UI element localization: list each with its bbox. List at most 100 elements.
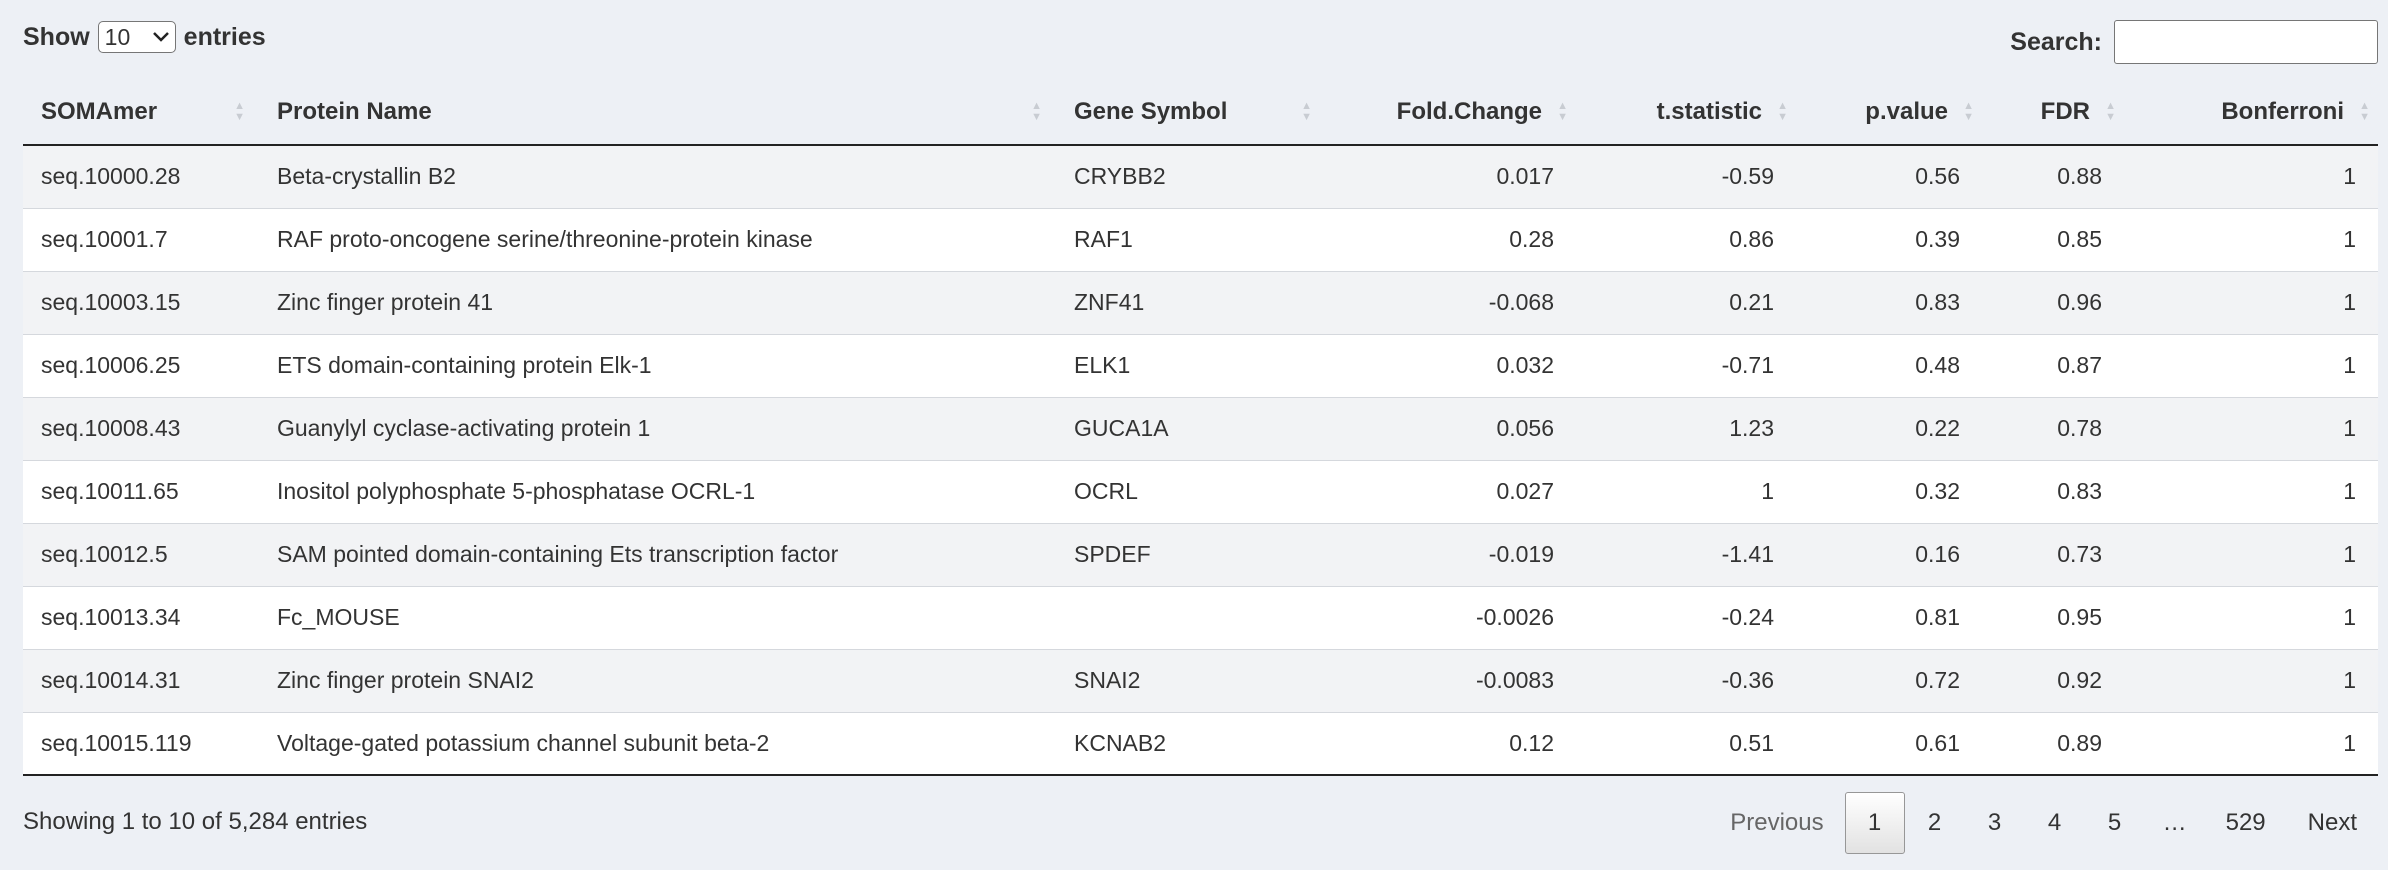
- entries-length-control: Show 10 entries: [23, 21, 266, 53]
- column-header-somamer[interactable]: SOMAmer ▲ ▼: [23, 80, 259, 146]
- table-row[interactable]: seq.10003.15 Zinc finger protein 41 ZNF41-…: [23, 270, 2378, 334]
- column-header-fold-change[interactable]: Fold.Change ▲ ▼: [1326, 80, 1576, 146]
- show-label: Show: [23, 22, 90, 51]
- table-row[interactable]: seq.10006.25 ETS domain-containing protei…: [23, 333, 2378, 397]
- table-row[interactable]: seq.10015.119 Voltage-gated potassium cha…: [23, 711, 2378, 776]
- cell-fold-change: 0.017: [1326, 145, 1576, 208]
- cell-fold-change: 0.28: [1326, 207, 1576, 271]
- cell-fdr: 0.89: [1982, 711, 2124, 776]
- cell-t-statistic: -0.59: [1576, 145, 1796, 208]
- table-row[interactable]: seq.10014.31 Zinc finger protein SNAI2 SNA…: [23, 648, 2378, 712]
- cell-bonferroni: 1: [2124, 459, 2378, 523]
- cell-protein-name: Zinc finger protein 41: [259, 270, 1056, 334]
- column-header-bonferroni[interactable]: Bonferroni ▲ ▼: [2124, 80, 2378, 146]
- sort-both-icon: ▲ ▼: [1301, 100, 1312, 123]
- cell-fdr: 0.85: [1982, 207, 2124, 271]
- cell-fold-change: -0.019: [1326, 522, 1576, 586]
- sort-both-icon: ▲ ▼: [1777, 100, 1788, 123]
- search-control: Search:: [2010, 20, 2378, 64]
- column-header-fdr[interactable]: FDR ▲ ▼: [1982, 80, 2124, 146]
- cell-p-value: 0.61: [1796, 711, 1982, 776]
- cell-bonferroni: 1: [2124, 711, 2378, 776]
- cell-p-value: 0.39: [1796, 207, 1982, 271]
- cell-bonferroni: 1: [2124, 333, 2378, 397]
- table-row[interactable]: seq.10001.7 RAF proto-oncogene serine/thr…: [23, 207, 2378, 271]
- cell-somamer: seq.10006.25: [23, 333, 259, 397]
- cell-somamer: seq.10008.43: [23, 396, 259, 460]
- cell-somamer: seq.10003.15: [23, 270, 259, 334]
- results-table: SOMAmer ▲ ▼ Protein Name ▲ ▼ Gene Symbol ▲ ▼ F…: [23, 80, 2378, 776]
- table-row[interactable]: seq.10008.43 Guanylyl cyclase-activating …: [23, 396, 2378, 460]
- cell-bonferroni: 1: [2124, 396, 2378, 460]
- cell-protein-name: RAF proto-oncogene serine/threonine-prot…: [259, 207, 1056, 271]
- cell-somamer: seq.10011.65: [23, 459, 259, 523]
- cell-gene-symbol: ZNF41: [1056, 270, 1326, 334]
- cell-fold-change: 0.032: [1326, 333, 1576, 397]
- page-button-4[interactable]: 4: [2025, 792, 2085, 854]
- cell-fdr: 0.78: [1982, 396, 2124, 460]
- entries-per-page-value: 10: [104, 23, 131, 50]
- cell-somamer: seq.10000.28: [23, 145, 259, 208]
- table-row[interactable]: seq.10012.5 SAM pointed domain-containing…: [23, 522, 2378, 586]
- cell-fdr: 0.95: [1982, 585, 2124, 649]
- search-input[interactable]: [2114, 20, 2378, 64]
- sort-both-icon: ▲ ▼: [2359, 100, 2370, 123]
- cell-bonferroni: 1: [2124, 522, 2378, 586]
- cell-t-statistic: 0.51: [1576, 711, 1796, 776]
- cell-fold-change: 0.056: [1326, 396, 1576, 460]
- cell-t-statistic: -0.71: [1576, 333, 1796, 397]
- table-row[interactable]: seq.10013.34 Fc_MOUSE -0.0026 -0.24 0.81 0.95…: [23, 585, 2378, 649]
- table-row[interactable]: seq.10011.65 Inositol polyphosphate 5-pho…: [23, 459, 2378, 523]
- cell-fdr: 0.83: [1982, 459, 2124, 523]
- cell-p-value: 0.81: [1796, 585, 1982, 649]
- cell-somamer: seq.10001.7: [23, 207, 259, 271]
- column-header-t-statistic[interactable]: t.statistic ▲ ▼: [1576, 80, 1796, 146]
- cell-fold-change: 0.027: [1326, 459, 1576, 523]
- cell-gene-symbol: SPDEF: [1056, 522, 1326, 586]
- pagination: Previous 1 2 3 4 5 … 529 Next: [1709, 792, 2378, 854]
- cell-gene-symbol: [1056, 585, 1326, 649]
- cell-gene-symbol: GUCA1A: [1056, 396, 1326, 460]
- cell-p-value: 0.56: [1796, 145, 1982, 208]
- page-button-2[interactable]: 2: [1905, 792, 1965, 854]
- cell-t-statistic: 1: [1576, 459, 1796, 523]
- pagination-ellipsis: …: [2162, 809, 2187, 836]
- search-label: Search:: [2010, 27, 2102, 56]
- column-header-gene-symbol[interactable]: Gene Symbol ▲ ▼: [1056, 80, 1326, 146]
- next-page-button[interactable]: Next: [2287, 792, 2378, 854]
- cell-fdr: 0.88: [1982, 145, 2124, 208]
- cell-gene-symbol: OCRL: [1056, 459, 1326, 523]
- cell-protein-name: Inositol polyphosphate 5-phosphatase OCR…: [259, 459, 1056, 523]
- cell-somamer: seq.10014.31: [23, 648, 259, 712]
- table-row[interactable]: seq.10000.28 Beta-crystallin B2 CRYBB2 0.01…: [23, 145, 2378, 208]
- cell-bonferroni: 1: [2124, 270, 2378, 334]
- page-button-3[interactable]: 3: [1965, 792, 2025, 854]
- sort-both-icon: ▲ ▼: [234, 100, 245, 123]
- sort-both-icon: ▲ ▼: [1963, 100, 1974, 123]
- cell-fold-change: -0.068: [1326, 270, 1576, 334]
- cell-t-statistic: 0.21: [1576, 270, 1796, 334]
- cell-bonferroni: 1: [2124, 585, 2378, 649]
- cell-t-statistic: -0.36: [1576, 648, 1796, 712]
- cell-fdr: 0.73: [1982, 522, 2124, 586]
- page-button-5[interactable]: 5: [2085, 792, 2145, 854]
- cell-protein-name: Guanylyl cyclase-activating protein 1: [259, 396, 1056, 460]
- previous-page-button[interactable]: Previous: [1709, 792, 1844, 854]
- cell-gene-symbol: CRYBB2: [1056, 145, 1326, 208]
- cell-gene-symbol: KCNAB2: [1056, 711, 1326, 776]
- cell-bonferroni: 1: [2124, 207, 2378, 271]
- cell-t-statistic: -1.41: [1576, 522, 1796, 586]
- sort-both-icon: ▲ ▼: [2105, 100, 2116, 123]
- cell-gene-symbol: SNAI2: [1056, 648, 1326, 712]
- column-header-p-value[interactable]: p.value ▲ ▼: [1796, 80, 1982, 146]
- column-header-protein-name[interactable]: Protein Name ▲ ▼: [259, 80, 1056, 146]
- entries-per-page-select[interactable]: 10: [97, 21, 176, 53]
- cell-p-value: 0.72: [1796, 648, 1982, 712]
- page-button-1[interactable]: 1: [1844, 792, 1905, 854]
- cell-gene-symbol: RAF1: [1056, 207, 1326, 271]
- cell-t-statistic: 1.23: [1576, 396, 1796, 460]
- cell-fdr: 0.87: [1982, 333, 2124, 397]
- page-button-last[interactable]: 529: [2205, 792, 2287, 854]
- sort-both-icon: ▲ ▼: [1557, 100, 1568, 123]
- cell-bonferroni: 1: [2124, 648, 2378, 712]
